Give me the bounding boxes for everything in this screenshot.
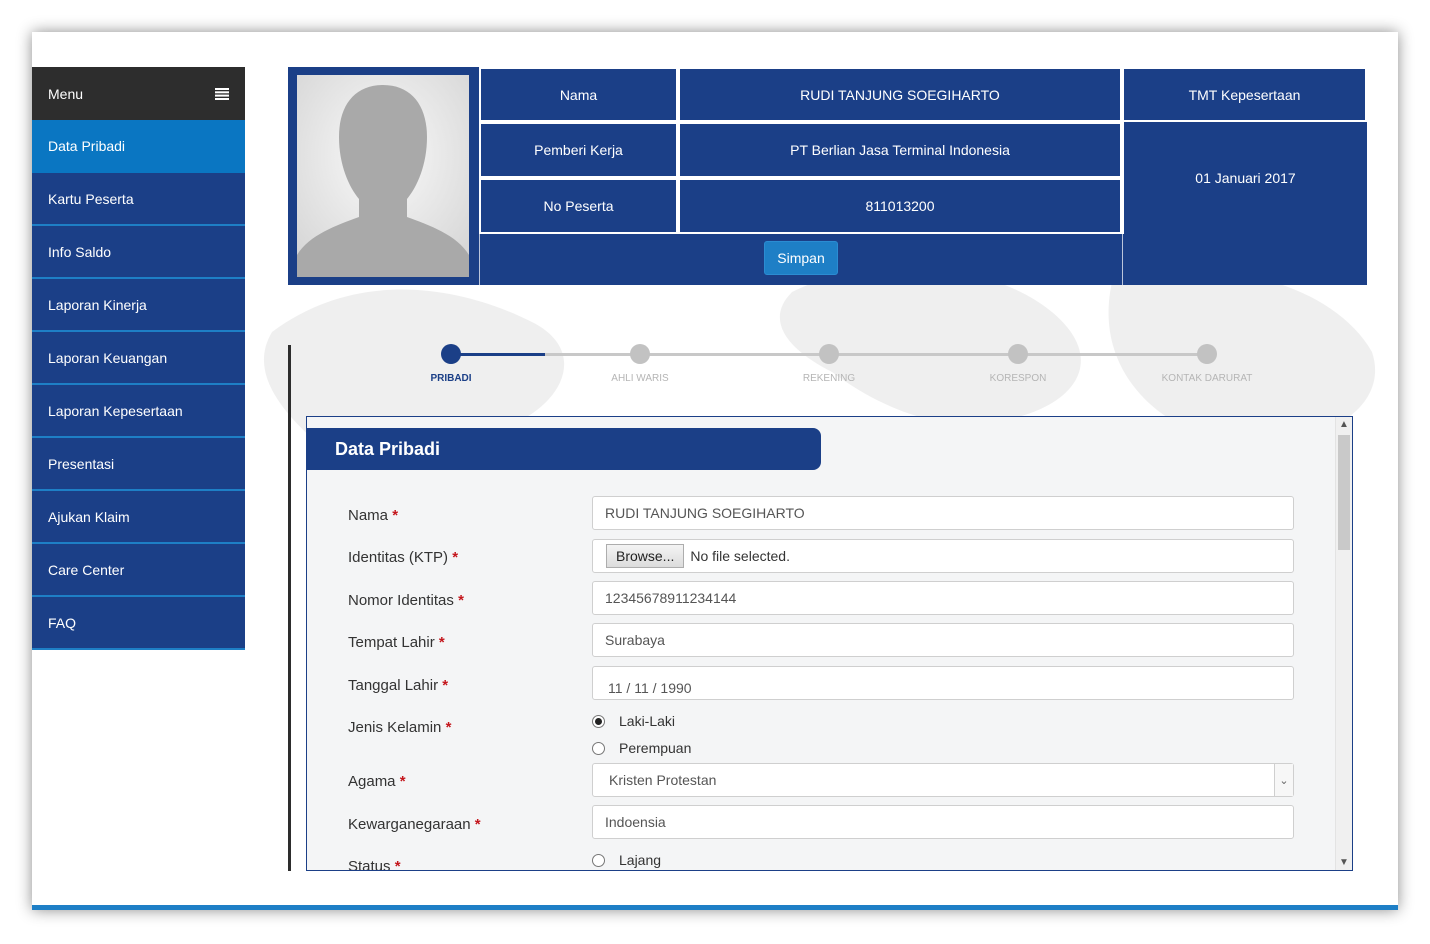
kewarganegaraan-field-label: Kewarganegaraan * [348,816,481,833]
radio-label: Perempuan [619,740,692,756]
chevron-down-icon[interactable]: ⌄ [1274,764,1293,796]
pemberi-value-cell: PT Berlian Jasa Terminal Indonesia [678,122,1122,178]
step-label-ahli-waris[interactable]: AHLI WARIS [570,373,710,384]
radio-laki-laki[interactable]: Laki-Laki [592,713,675,729]
step-dot-korespon[interactable] [1008,344,1028,364]
jenis-kelamin-field-label: Jenis Kelamin * [348,719,452,736]
step-label-pribadi[interactable]: PRIBADI [381,373,521,384]
nama-label: Nama [559,86,598,103]
sidebar-item-label: Care Center [48,561,125,578]
participant-header: Nama RUDI TANJUNG SOEGIHARTO TMT Kepeser… [288,67,1367,285]
sidebar-item-label: Info Saldo [48,243,112,260]
sidebar-item-kartu-peserta[interactable]: Kartu Peserta [32,173,245,226]
nama-value-cell: RUDI TANJUNG SOEGIHARTO [678,67,1122,122]
agama-select[interactable]: Kristen Protestan ⌄ [592,763,1294,797]
tempat-lahir-input[interactable]: Surabaya [592,623,1294,657]
identitas-field-label: Identitas (KTP) * [348,549,459,566]
step-label-rekening[interactable]: REKENING [759,373,899,384]
progress-stepper: PRIBADI AHLI WARIS REKENING KORESPON KON… [288,332,1367,392]
footer-accent-bar [32,905,1398,910]
sidebar-item-label: Laporan Keuangan [48,349,168,366]
data-pribadi-form: Data Pribadi Nama * RUDI TANJUNG SOEGIHA… [306,416,1353,871]
sidebar-item-info-saldo[interactable]: Info Saldo [32,226,245,279]
sidebar-item-laporan-kinerja[interactable]: Laporan Kinerja [32,279,245,332]
menu-header[interactable]: Menu [32,67,245,120]
pemberi-kerja-value: PT Berlian Jasa Terminal Indonesia [790,142,1010,158]
app-window: Menu Data Pribadi Kartu Peserta Info Sal… [32,32,1398,910]
sidebar-item-label: Presentasi [48,455,115,472]
browse-button[interactable]: Browse... [606,544,685,568]
save-button[interactable]: Simpan [764,241,838,275]
pemberi-label-cell: Pemberi Kerja [479,122,678,178]
scroll-thumb[interactable] [1338,435,1350,550]
step-dot-kontak-darurat[interactable] [1197,344,1217,364]
radio-button[interactable] [592,853,605,867]
sidebar-item-laporan-kepesertaan[interactable]: Laporan Kepesertaan [32,385,245,438]
step-dot-rekening[interactable] [819,344,839,364]
nama-field-label: Nama * [348,507,399,524]
menu-label: Menu [48,85,84,102]
sidebar-item-label: Data Pribadi [48,137,126,154]
profile-photo [297,75,469,277]
sidebar-item-ajukan-klaim[interactable]: Ajukan Klaim [32,491,245,544]
avatar-placeholder-icon [297,75,469,277]
no-peserta-label: No Peserta [543,198,614,214]
sidebar-item-label: Kartu Peserta [48,190,134,207]
sidebar: Menu Data Pribadi Kartu Peserta Info Sal… [32,67,245,650]
sidebar-item-care-center[interactable]: Care Center [32,544,245,597]
pemberi-kerja-label: Pemberi Kerja [534,142,623,158]
tmt-value-cell: 01 Januari 2017 [1122,122,1367,234]
stepper-track-progress [451,353,545,356]
form-scrollbar[interactable]: ▲ ▼ [1335,417,1352,870]
sidebar-item-presentasi[interactable]: Presentasi [32,438,245,491]
file-status: No file selected. [690,548,790,564]
nama-label-cell: Nama [479,67,678,122]
sidebar-item-data-pribadi[interactable]: Data Pribadi [32,120,245,173]
tmt-label: TMT Kepesertaan [1188,86,1301,103]
sidebar-item-label: Ajukan Klaim [48,508,130,525]
header-divider [479,67,480,285]
sidebar-item-label: Laporan Kepesertaan [48,402,183,419]
nama-input[interactable]: RUDI TANJUNG SOEGIHARTO [592,496,1294,530]
no-peserta-value-cell: 811013200 [678,178,1122,234]
radio-label: Laki-Laki [619,713,676,729]
sidebar-item-label: FAQ [48,614,77,631]
status-field-label: Status * [348,858,401,871]
sidebar-item-faq[interactable]: FAQ [32,597,245,650]
kewarganegaraan-input[interactable]: Indoensia [592,805,1294,839]
nama-value: RUDI TANJUNG SOEGIHARTO [800,86,1000,103]
hamburger-icon[interactable] [215,87,229,100]
step-label-korespon[interactable]: KORESPON [948,373,1088,384]
nomor-identitas-field-label: Nomor Identitas * [348,592,464,609]
tanggal-lahir-input[interactable]: 11 / 11 / 1990 [592,666,1294,700]
step-dot-ahli-waris[interactable] [630,344,650,364]
tmt-value: 01 Januari 2017 [1195,170,1296,186]
step-label-kontak-darurat[interactable]: KONTAK DARURAT [1137,373,1277,384]
radio-button[interactable] [592,741,605,755]
scroll-up-icon[interactable]: ▲ [1336,419,1352,430]
radio-perempuan[interactable]: Perempuan [592,740,691,756]
tmt-label-cell: TMT Kepesertaan [1122,67,1367,122]
content-divider [288,345,291,871]
radio-lajang[interactable]: Lajang [592,852,661,868]
no-peserta-label-cell: No Peserta [479,178,678,234]
sidebar-item-laporan-keuangan[interactable]: Laporan Keuangan [32,332,245,385]
step-dot-pribadi[interactable] [441,344,461,364]
header-divider [1122,234,1123,285]
radio-button-checked[interactable] [592,714,605,728]
section-title: Data Pribadi [307,428,821,470]
tempat-lahir-field-label: Tempat Lahir * [348,634,445,651]
scroll-down-icon[interactable]: ▼ [1336,857,1352,868]
agama-field-label: Agama * [348,773,406,790]
no-peserta-value: 811013200 [865,198,935,214]
radio-label: Lajang [619,852,662,868]
nomor-identitas-input[interactable]: 12345678911234144 [592,581,1294,615]
sidebar-item-label: Laporan Kinerja [48,296,147,313]
tanggal-lahir-field-label: Tanggal Lahir * [348,677,449,694]
ktp-file-input[interactable]: Browse... No file selected. [592,539,1294,573]
